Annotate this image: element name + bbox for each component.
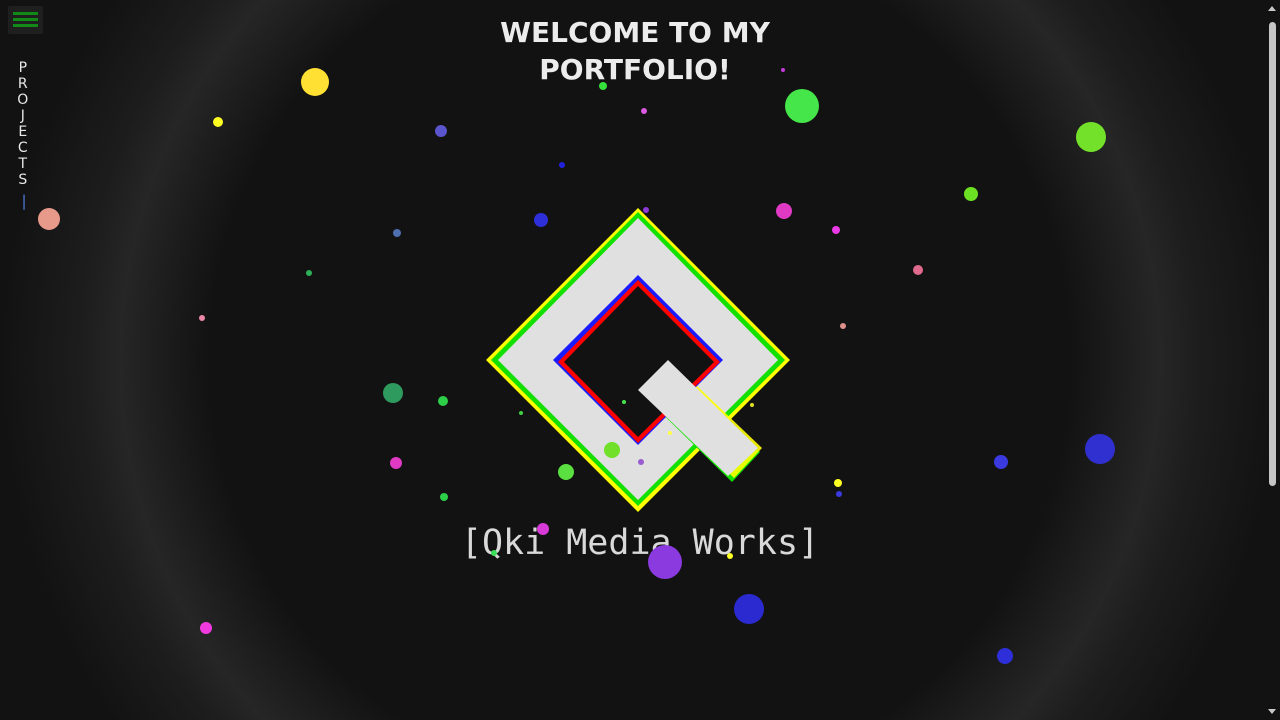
menu-bar-middle (13, 18, 38, 21)
particle-dot (301, 68, 329, 96)
projects-tab[interactable]: PROJECTS | (13, 60, 35, 210)
hamburger-menu-button[interactable] (8, 6, 43, 34)
particle-dot (1076, 122, 1106, 152)
particle-dot (200, 622, 212, 634)
particle-dot (734, 594, 764, 624)
particle-dot (306, 270, 312, 276)
particle-dot (435, 125, 447, 137)
portfolio-stage: PROJECTS | WELCOME TO MY PORTFOLIO! [Qki… (0, 0, 1280, 720)
projects-label: PROJECTS (14, 60, 31, 188)
particle-dot (393, 229, 401, 237)
particle-dot (440, 493, 448, 501)
particle-dot (559, 162, 565, 168)
page-title-line-2: PORTFOLIO! (539, 53, 731, 86)
particle-dot (38, 208, 60, 230)
particle-dot (832, 226, 840, 234)
particle-dot (1085, 434, 1115, 464)
particle-dot (383, 383, 403, 403)
scroll-down-arrow-icon[interactable] (1268, 709, 1276, 714)
scroll-thumb[interactable] (1269, 22, 1276, 486)
menu-bar-top (13, 12, 38, 15)
particle-dot (199, 315, 205, 321)
particle-dot (438, 396, 448, 406)
brand-name: [Qki Media Works] (460, 523, 820, 563)
page-scrollbar[interactable] (1265, 0, 1280, 720)
particle-dot (840, 323, 846, 329)
scroll-up-arrow-icon[interactable] (1268, 6, 1276, 11)
qki-logo (486, 208, 790, 512)
page-title: WELCOME TO MY PORTFOLIO! (440, 14, 830, 88)
particle-dot (997, 648, 1013, 664)
particle-dot (913, 265, 923, 275)
projects-caret: | (21, 192, 27, 210)
particle-dot (785, 89, 819, 123)
particle-dot (213, 117, 223, 127)
particle-dot (834, 479, 842, 487)
particle-dot (390, 457, 402, 469)
page-title-line-1: WELCOME TO MY (500, 16, 770, 49)
particle-dot (994, 455, 1008, 469)
particle-dot (641, 108, 647, 114)
particle-dot (836, 491, 842, 497)
menu-bar-bottom (13, 24, 38, 27)
particle-dot (964, 187, 978, 201)
